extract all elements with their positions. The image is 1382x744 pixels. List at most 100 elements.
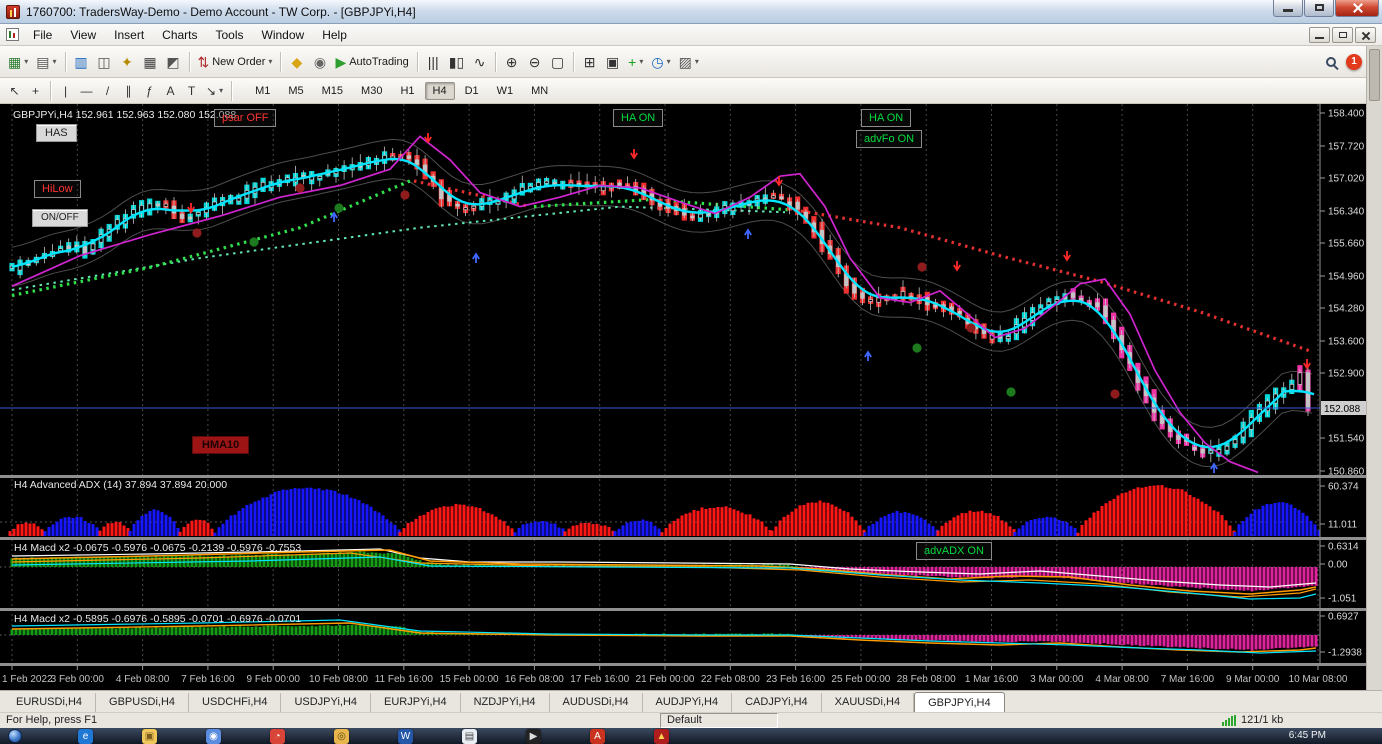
mdi-restore-button[interactable] — [1332, 27, 1353, 43]
chart-document-icon[interactable] — [6, 28, 19, 41]
mdi-minimize-button[interactable] — [1309, 27, 1330, 43]
toolbar-new-chart-button[interactable]: ▦▾ — [4, 50, 32, 74]
tool-arrows-tool-button[interactable]: ↘▾ — [202, 81, 227, 101]
timeframe-mn-button[interactable]: MN — [523, 82, 556, 100]
toolbar-data-window-button[interactable]: ◫ — [93, 50, 116, 74]
menu-charts[interactable]: Charts — [153, 25, 206, 45]
menu-insert[interactable]: Insert — [105, 25, 153, 45]
toolbar-arrange-windows-button[interactable]: ⊞ — [578, 50, 601, 74]
scrollbar-thumb[interactable] — [1369, 49, 1380, 101]
time-axis[interactable]: 1 Feb 20223 Feb 00:004 Feb 08:007 Feb 16… — [0, 666, 1366, 690]
advfo-toggle-button[interactable]: advFo ON — [856, 130, 922, 148]
tool-vertical-line-button[interactable]: | — [55, 81, 76, 101]
vertical-scrollbar[interactable] — [1366, 46, 1382, 690]
tool-crosshair-button[interactable]: + — [25, 81, 46, 101]
toolbar-experts-button[interactable]: ◉ — [308, 50, 331, 74]
toolbar-periods-button[interactable]: ◷▾ — [647, 50, 674, 74]
chart-tab-gbpjpyi[interactable]: GBPJPYi,H4 — [914, 692, 1005, 713]
tool-cursor-button[interactable]: ↖ — [4, 81, 25, 101]
tool-text-label-button[interactable]: T — [181, 81, 202, 101]
tool-text-button[interactable]: A — [160, 81, 181, 101]
toolbar-tile-windows-button[interactable]: ▢ — [546, 50, 569, 74]
pane-divider[interactable] — [0, 608, 1366, 611]
taskbar-chrome-icon[interactable]: ◔ — [270, 729, 285, 744]
close-button[interactable] — [1335, 0, 1379, 17]
taskbar-coin-app-icon[interactable]: ◎ — [334, 729, 349, 744]
timeframe-w1-button[interactable]: W1 — [489, 82, 522, 100]
toolbar-navigator-button[interactable]: ✦ — [116, 50, 139, 74]
notification-badge[interactable]: 1 — [1346, 54, 1362, 70]
status-profile[interactable]: Default — [660, 713, 778, 728]
menu-view[interactable]: View — [61, 25, 105, 45]
timeframe-m1-button[interactable]: M1 — [247, 82, 278, 100]
pane-divider[interactable] — [0, 475, 1366, 478]
status-connection[interactable]: 121/1 kb — [1222, 714, 1283, 726]
mdi-close-button[interactable] — [1355, 27, 1376, 43]
ha-toggle-button-1[interactable]: HA ON — [613, 109, 663, 127]
toolbar-indicators-button[interactable]: +▾ — [624, 50, 647, 74]
taskbar-internet-explorer-icon[interactable]: e — [78, 729, 93, 744]
chart-tab-xauusdi[interactable]: XAUUSDi,H4 — [822, 693, 914, 712]
chart-tab-eurjpyi[interactable]: EURJPYi,H4 — [371, 693, 461, 712]
chart-tab-audusdi[interactable]: AUDUSDi,H4 — [550, 693, 643, 712]
toolbar-chart-bars-button[interactable]: ||| — [422, 50, 445, 74]
timeframe-m5-button[interactable]: M5 — [280, 82, 311, 100]
toolbar-autotrading-button[interactable]: ▶AutoTrading — [331, 50, 412, 74]
taskbar-media-player-icon[interactable]: ◉ — [206, 729, 221, 744]
toolbar-strategy-tester-button[interactable]: ◩ — [162, 50, 185, 74]
menu-help[interactable]: Help — [313, 25, 356, 45]
menu-window[interactable]: Window — [253, 25, 314, 45]
timeframe-m15-button[interactable]: M15 — [314, 82, 351, 100]
taskbar-metatrader-icon[interactable]: ▲ — [654, 729, 669, 744]
chart-tab-nzdjpyi[interactable]: NZDJPYi,H4 — [461, 693, 550, 712]
minimize-button[interactable] — [1273, 0, 1303, 17]
toolbar-chart-line-button[interactable]: ∿ — [468, 50, 491, 74]
taskbar-clock[interactable]: 6:45 PM — [1289, 730, 1326, 741]
maximize-button[interactable] — [1304, 0, 1334, 17]
chart-tab-usdjpyi[interactable]: USDJPYi,H4 — [281, 693, 371, 712]
title-bar[interactable]: 1760700: TradersWay-Demo - Demo Account … — [0, 0, 1382, 24]
taskbar-acrobat-icon[interactable]: A — [590, 729, 605, 744]
tool-horizontal-line-button[interactable]: — — [76, 81, 97, 101]
toolbar-zoom-out-button[interactable]: ⊖ — [523, 50, 546, 74]
chart-window[interactable]: 1 Feb 20223 Feb 00:004 Feb 08:007 Feb 16… — [0, 104, 1366, 690]
search-icon[interactable] — [1326, 57, 1336, 67]
start-button[interactable] — [8, 729, 22, 743]
menu-file[interactable]: File — [24, 25, 61, 45]
timeframe-m30-button[interactable]: M30 — [353, 82, 390, 100]
toolbar-chart-candles-button[interactable]: ▮▯ — [445, 50, 468, 74]
timeframe-h4-button[interactable]: H4 — [425, 82, 455, 100]
pane-divider[interactable] — [0, 537, 1366, 540]
onoff-button[interactable]: ON/OFF — [32, 209, 88, 227]
chart-tab-cadjpyi[interactable]: CADJPYi,H4 — [732, 693, 822, 712]
toolbar-cascade-windows-button[interactable]: ▣ — [601, 50, 624, 74]
tool-fibonacci-button[interactable]: ƒ — [139, 81, 160, 101]
toolbar-metaeditor-button[interactable]: ◆ — [285, 50, 308, 74]
menu-tools[interactable]: Tools — [207, 25, 253, 45]
timeframe-h1-button[interactable]: H1 — [392, 82, 422, 100]
toolbar-market-watch-button[interactable]: ▥ — [70, 50, 93, 74]
chart-tab-usdchfi[interactable]: USDCHFi,H4 — [189, 693, 281, 712]
taskbar-word-icon[interactable]: W — [398, 729, 413, 744]
chart-tab-gbpusdi[interactable]: GBPUSDi,H4 — [96, 693, 189, 712]
toolbar-terminal-button[interactable]: ▦ — [139, 50, 162, 74]
toolbar-new-order-button[interactable]: ⇅New Order▾ — [194, 50, 277, 74]
taskbar-media-dark-icon[interactable]: ▶ — [526, 729, 541, 744]
chart-tab-audjpyi[interactable]: AUDJPYi,H4 — [643, 693, 733, 712]
tool-trendline-button[interactable]: / — [97, 81, 118, 101]
ha-toggle-button-2[interactable]: HA ON — [861, 109, 911, 127]
taskbar-folder-explorer-icon[interactable]: ▣ — [142, 729, 157, 744]
toolbar-templates-button[interactable]: ▨▾ — [675, 50, 703, 74]
chart-canvas[interactable]: 1 Feb 20223 Feb 00:004 Feb 08:007 Feb 16… — [0, 104, 1366, 690]
timeframe-d1-button[interactable]: D1 — [457, 82, 487, 100]
chart-tab-eurusdi[interactable]: EURUSDi,H4 — [3, 693, 96, 712]
tool-channel-button[interactable]: ∥ — [118, 81, 139, 101]
taskbar-notepad-icon[interactable]: ▤ — [462, 729, 477, 744]
psar-toggle-button[interactable]: psar OFF — [214, 109, 276, 127]
toolbar-zoom-in-button[interactable]: ⊕ — [500, 50, 523, 74]
advadx-toggle-button[interactable]: advADX ON — [916, 542, 992, 560]
toolbar-profiles-button[interactable]: ▤▾ — [32, 50, 60, 74]
hilow-button[interactable]: HiLow — [34, 180, 81, 198]
has-button[interactable]: HAS — [36, 124, 77, 142]
pane-divider[interactable] — [0, 663, 1366, 666]
